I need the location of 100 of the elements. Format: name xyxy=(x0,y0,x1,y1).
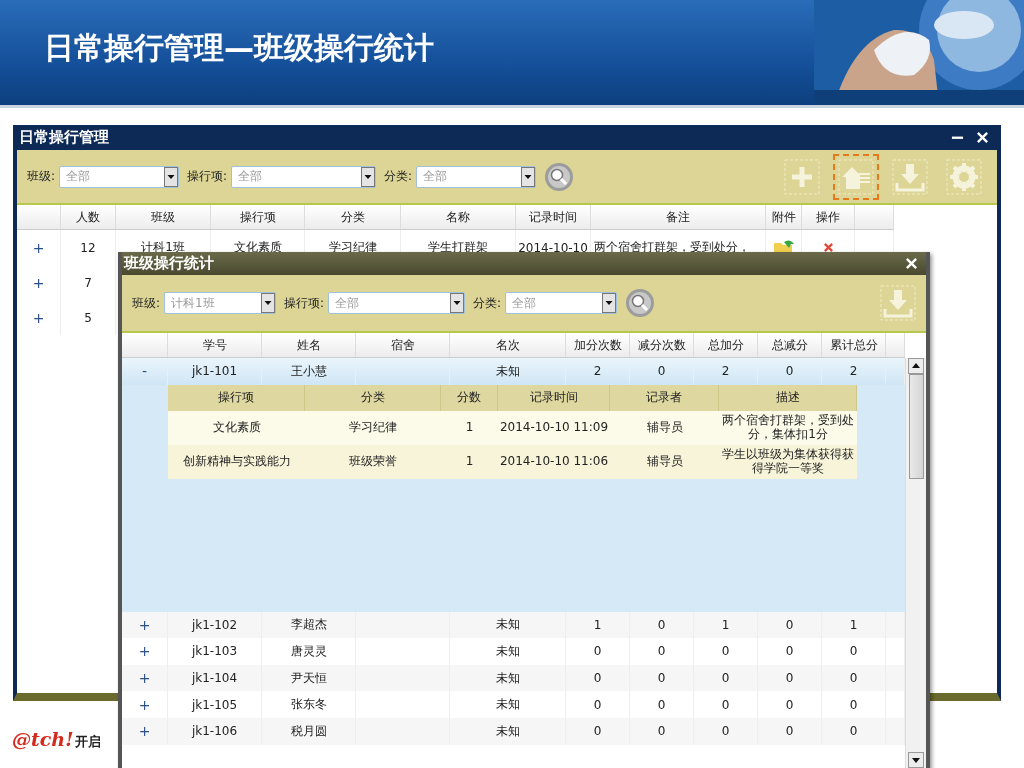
expand-button[interactable]: + xyxy=(28,239,49,256)
table-cell: 0 xyxy=(721,671,730,686)
close-button[interactable] xyxy=(905,257,918,270)
table-cell: 0 xyxy=(657,644,666,659)
table-cell: 辅导员 xyxy=(646,454,683,469)
table-cell: 李超杰 xyxy=(290,616,327,634)
table-cell: 0 xyxy=(657,724,666,739)
column-header: 班级 xyxy=(116,205,211,229)
table-cell: 2014-10-10 11:09 xyxy=(499,420,609,435)
filter-label: 分类: xyxy=(473,294,502,312)
table-cell-text: 学生以班级为集体获得获得学院一等奖 xyxy=(721,447,855,476)
column-header: 操行项 xyxy=(211,205,305,229)
table-cell: jk1-103 xyxy=(191,644,238,659)
table-cell: 0 xyxy=(721,644,730,659)
table-cell: 学习纪律 xyxy=(349,420,397,435)
table-cell: 0 xyxy=(785,644,794,659)
expand-button[interactable]: + xyxy=(28,274,49,291)
table-cell: 0 xyxy=(593,697,602,712)
table-cell: 5 xyxy=(84,310,92,325)
table-cell: 0 xyxy=(785,697,794,712)
table-cell: jk1-105 xyxy=(191,697,238,712)
table-cell: 唐灵灵 xyxy=(290,643,327,660)
tool-button[interactable] xyxy=(833,153,879,200)
column-header: 名次 xyxy=(450,333,566,357)
table-cell: 0 xyxy=(657,617,666,632)
column-header: 总减分 xyxy=(758,333,822,357)
house-list-icon xyxy=(838,158,874,195)
table-cell: 文化素质 xyxy=(212,420,261,435)
expand-button[interactable]: + xyxy=(28,309,49,326)
table-cell: 0 xyxy=(785,724,794,739)
caret-icon xyxy=(450,293,465,313)
delete-icon[interactable] xyxy=(822,242,834,253)
table-cell: jk1-101 xyxy=(191,364,238,379)
column-header: 人数 xyxy=(61,205,116,229)
column-header: 分类 xyxy=(305,205,401,229)
scrollbar[interactable] xyxy=(905,358,926,768)
expand-button[interactable]: + xyxy=(134,643,155,660)
expand-button[interactable]: + xyxy=(134,723,155,740)
table-cell: jk1-104 xyxy=(191,671,238,686)
table-cell: 2014-10-10 11:06 xyxy=(499,454,609,469)
caret-icon xyxy=(602,293,617,313)
table-cell: 税月圆 xyxy=(290,722,327,740)
scroll-down-button[interactable] xyxy=(908,752,924,768)
close-button[interactable] xyxy=(976,131,989,144)
table-cell: 0 xyxy=(657,364,666,379)
column-header: 减分次数 xyxy=(630,333,694,357)
logo: @tch! xyxy=(12,728,74,750)
table-cell: 未知 xyxy=(495,696,520,714)
search-button[interactable] xyxy=(625,288,656,318)
table-cell: 0 xyxy=(721,697,730,712)
caret-icon xyxy=(261,293,276,313)
table-cell: 0 xyxy=(849,671,858,686)
column-header: 宿舍 xyxy=(356,333,450,357)
table-cell: 两个宿舍打群架，受到处分， xyxy=(594,239,750,256)
table-cell: 2 xyxy=(593,364,602,379)
expand-button[interactable]: + xyxy=(134,670,155,687)
table-cell: 0 xyxy=(657,697,666,712)
window-title: 班级操行统计 xyxy=(124,254,214,273)
table-cell: 1 xyxy=(593,617,602,632)
table-cell: 张东冬 xyxy=(290,696,327,714)
table-cell: jk1-102 xyxy=(191,617,238,632)
filter-label: 操行项: xyxy=(284,294,325,312)
settings-icon xyxy=(946,158,982,195)
table-cell: jk1-106 xyxy=(191,724,238,739)
column-header: 分数 xyxy=(441,384,498,411)
expand-button[interactable]: + xyxy=(134,616,155,633)
table-cell: 王小慧 xyxy=(290,362,327,380)
logo-caption: 开启 xyxy=(74,733,101,751)
column-header: 分类 xyxy=(305,384,441,411)
caret-icon xyxy=(521,166,536,187)
expand-button[interactable]: + xyxy=(134,696,155,713)
table-cell: 文化素质 xyxy=(233,239,282,256)
column-header: 操行项 xyxy=(168,384,305,411)
scrollbar-thumb[interactable] xyxy=(908,374,924,479)
table-cell: 0 xyxy=(657,671,666,686)
table-cell: 未知 xyxy=(495,643,520,660)
column-header: 操作 xyxy=(802,205,855,229)
column-header: 累计总分 xyxy=(822,333,886,357)
column-header: 姓名 xyxy=(262,333,356,357)
table-cell: 未知 xyxy=(495,362,520,380)
table-cell: 班级荣誉 xyxy=(349,454,397,469)
filter-label: 操行项: xyxy=(187,168,228,185)
filter-label: 分类: xyxy=(384,168,413,185)
caret-icon xyxy=(164,166,179,187)
column-header: 总加分 xyxy=(694,333,758,357)
table-cell: 0 xyxy=(721,724,730,739)
expand-button[interactable]: - xyxy=(137,363,152,380)
plus-icon xyxy=(784,158,820,195)
table-cell: 1 xyxy=(465,454,474,469)
table-cell: 1 xyxy=(721,617,730,632)
slide-title: 日常操行管理—班级操行统计 xyxy=(44,29,434,67)
table-cell: 0 xyxy=(849,724,858,739)
table-cell: 0 xyxy=(593,671,602,686)
table-cell: 0 xyxy=(849,697,858,712)
table-cell: 创新精神与实践能力 xyxy=(182,454,291,469)
caret-icon xyxy=(361,166,376,187)
window-title: 日常操行管理 xyxy=(19,128,109,147)
search-button[interactable] xyxy=(544,161,575,192)
scroll-up-button[interactable] xyxy=(908,358,924,374)
table-cell: 未知 xyxy=(495,616,520,634)
